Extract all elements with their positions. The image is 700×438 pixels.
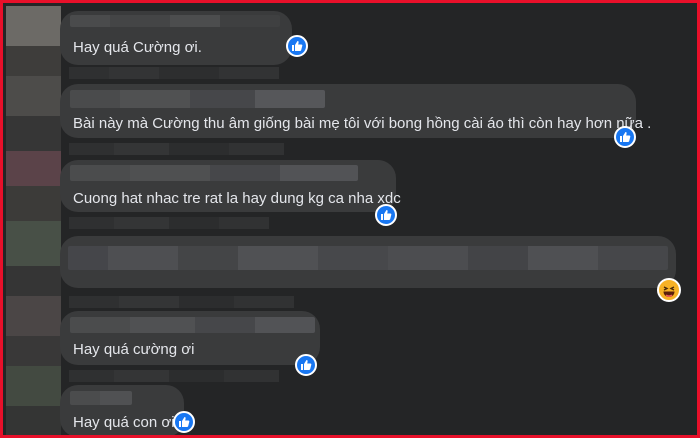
- avatar[interactable]: [6, 221, 61, 266]
- comment-text: Cuong hat nhac tre rat la hay dung kg ca…: [73, 190, 401, 207]
- avatar[interactable]: [6, 366, 61, 406]
- thumbs-up-glyph: [620, 132, 631, 142]
- avatar[interactable]: [6, 76, 61, 116]
- comment-bubble[interactable]: Cuong hat nhac tre rat la hay dung kg ca…: [60, 160, 401, 212]
- like-icon[interactable]: [286, 35, 308, 57]
- thumbs-up-glyph: [179, 417, 190, 427]
- comments-screenshot-frame: Hay quá Cường ơi. Bài này mà Cường thu â…: [0, 0, 700, 438]
- avatar[interactable]: [6, 151, 61, 186]
- thumbs-up-glyph: [292, 41, 303, 51]
- blurred-author-name: [70, 317, 315, 333]
- laughing-face-glyph: [663, 286, 675, 297]
- avatar[interactable]: [6, 296, 61, 336]
- avatar[interactable]: [6, 6, 61, 46]
- comment-bubble[interactable]: [60, 236, 676, 288]
- like-icon[interactable]: [173, 411, 195, 433]
- blurred-comment-text: [68, 246, 668, 270]
- comment-text: Hay quá cường ơi: [73, 341, 195, 358]
- blurred-author-name: [70, 15, 280, 27]
- avatar-pixel: [6, 186, 61, 221]
- blurred-comment-meta: [69, 67, 279, 79]
- comment-bubble[interactable]: Hay quá Cường ơi.: [60, 11, 292, 65]
- blurred-author-name: [70, 90, 325, 108]
- avatar-pixel: [6, 336, 61, 366]
- blurred-comment-meta: [69, 370, 279, 382]
- avatar-pixel: [6, 406, 61, 435]
- comment-bubble[interactable]: Bài này mà Cường thu âm giống bài mẹ tôi…: [60, 84, 651, 138]
- blurred-comment-meta: [69, 217, 269, 229]
- comment-bubble[interactable]: Hay quá con ơi: [60, 385, 184, 435]
- avatar-column: [6, 6, 61, 435]
- like-icon[interactable]: [295, 354, 317, 376]
- comment-text: Hay quá Cường ơi.: [73, 39, 202, 56]
- avatar-pixel: [6, 266, 61, 296]
- blurred-comment-meta: [69, 143, 284, 155]
- like-icon[interactable]: [614, 126, 636, 148]
- like-icon[interactable]: [375, 204, 397, 226]
- thumbs-up-glyph: [381, 210, 392, 220]
- blurred-author-name: [70, 165, 358, 181]
- blurred-comment-meta: [69, 296, 294, 308]
- avatar-pixel: [6, 116, 61, 151]
- comment-bubble[interactable]: Hay quá cường ơi: [60, 311, 320, 365]
- comment-text: Hay quá con ơi: [73, 414, 175, 431]
- avatar-pixel: [6, 46, 61, 76]
- haha-reaction-icon[interactable]: [657, 278, 681, 302]
- comment-text: Bài này mà Cường thu âm giống bài mẹ tôi…: [73, 115, 652, 132]
- thumbs-up-glyph: [301, 360, 312, 370]
- blurred-author-name: [70, 391, 132, 405]
